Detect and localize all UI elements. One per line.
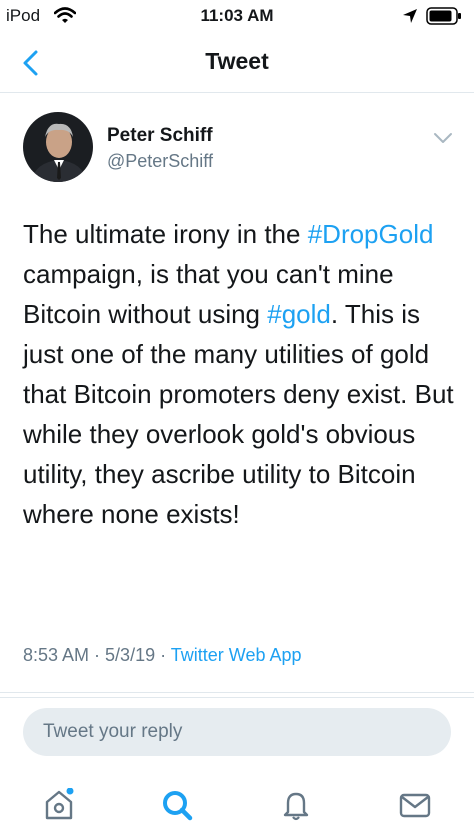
tab-bar <box>0 770 474 840</box>
hashtag-gold-link[interactable]: #gold <box>267 299 331 329</box>
author-avatar[interactable] <box>23 112 93 182</box>
chevron-down-icon[interactable] <box>432 130 454 146</box>
status-bar: iPod 11:03 AM <box>0 0 474 32</box>
separator-dot: · <box>89 645 106 665</box>
tweet-time: 8:53 AM <box>23 645 90 665</box>
tweet-source-link[interactable]: Twitter Web App <box>171 645 302 665</box>
divider <box>0 697 474 698</box>
battery-icon <box>426 7 461 25</box>
reply-input[interactable]: Tweet your reply <box>23 708 451 756</box>
separator-dot: · <box>155 645 171 665</box>
notifications-icon[interactable] <box>279 788 313 822</box>
tweet-text-part: The ultimate irony in the <box>23 219 308 249</box>
tweet-metadata: 8:53 AM · 5/3/19 · Twitter Web App <box>23 645 302 666</box>
page-title: Tweet <box>205 48 269 74</box>
tweet-body: The ultimate irony in the #DropGold camp… <box>23 214 463 534</box>
messages-icon[interactable] <box>398 788 432 822</box>
tweet-text-part: . This is just one of the many utilities… <box>23 299 454 529</box>
author-handle[interactable]: @PeterSchiff <box>107 151 213 172</box>
avatar-image <box>23 112 93 182</box>
location-arrow-icon <box>403 9 417 23</box>
search-icon[interactable] <box>160 788 194 822</box>
tweet-date: 5/3/19 <box>105 645 156 665</box>
author-name[interactable]: Peter Schiff <box>107 125 213 147</box>
reply-placeholder: Tweet your reply <box>43 721 183 742</box>
navigation-bar: Tweet <box>0 34 474 93</box>
hashtag-dropgold-link[interactable]: #DropGold <box>308 219 434 249</box>
divider <box>0 692 474 693</box>
home-icon[interactable] <box>42 788 76 822</box>
